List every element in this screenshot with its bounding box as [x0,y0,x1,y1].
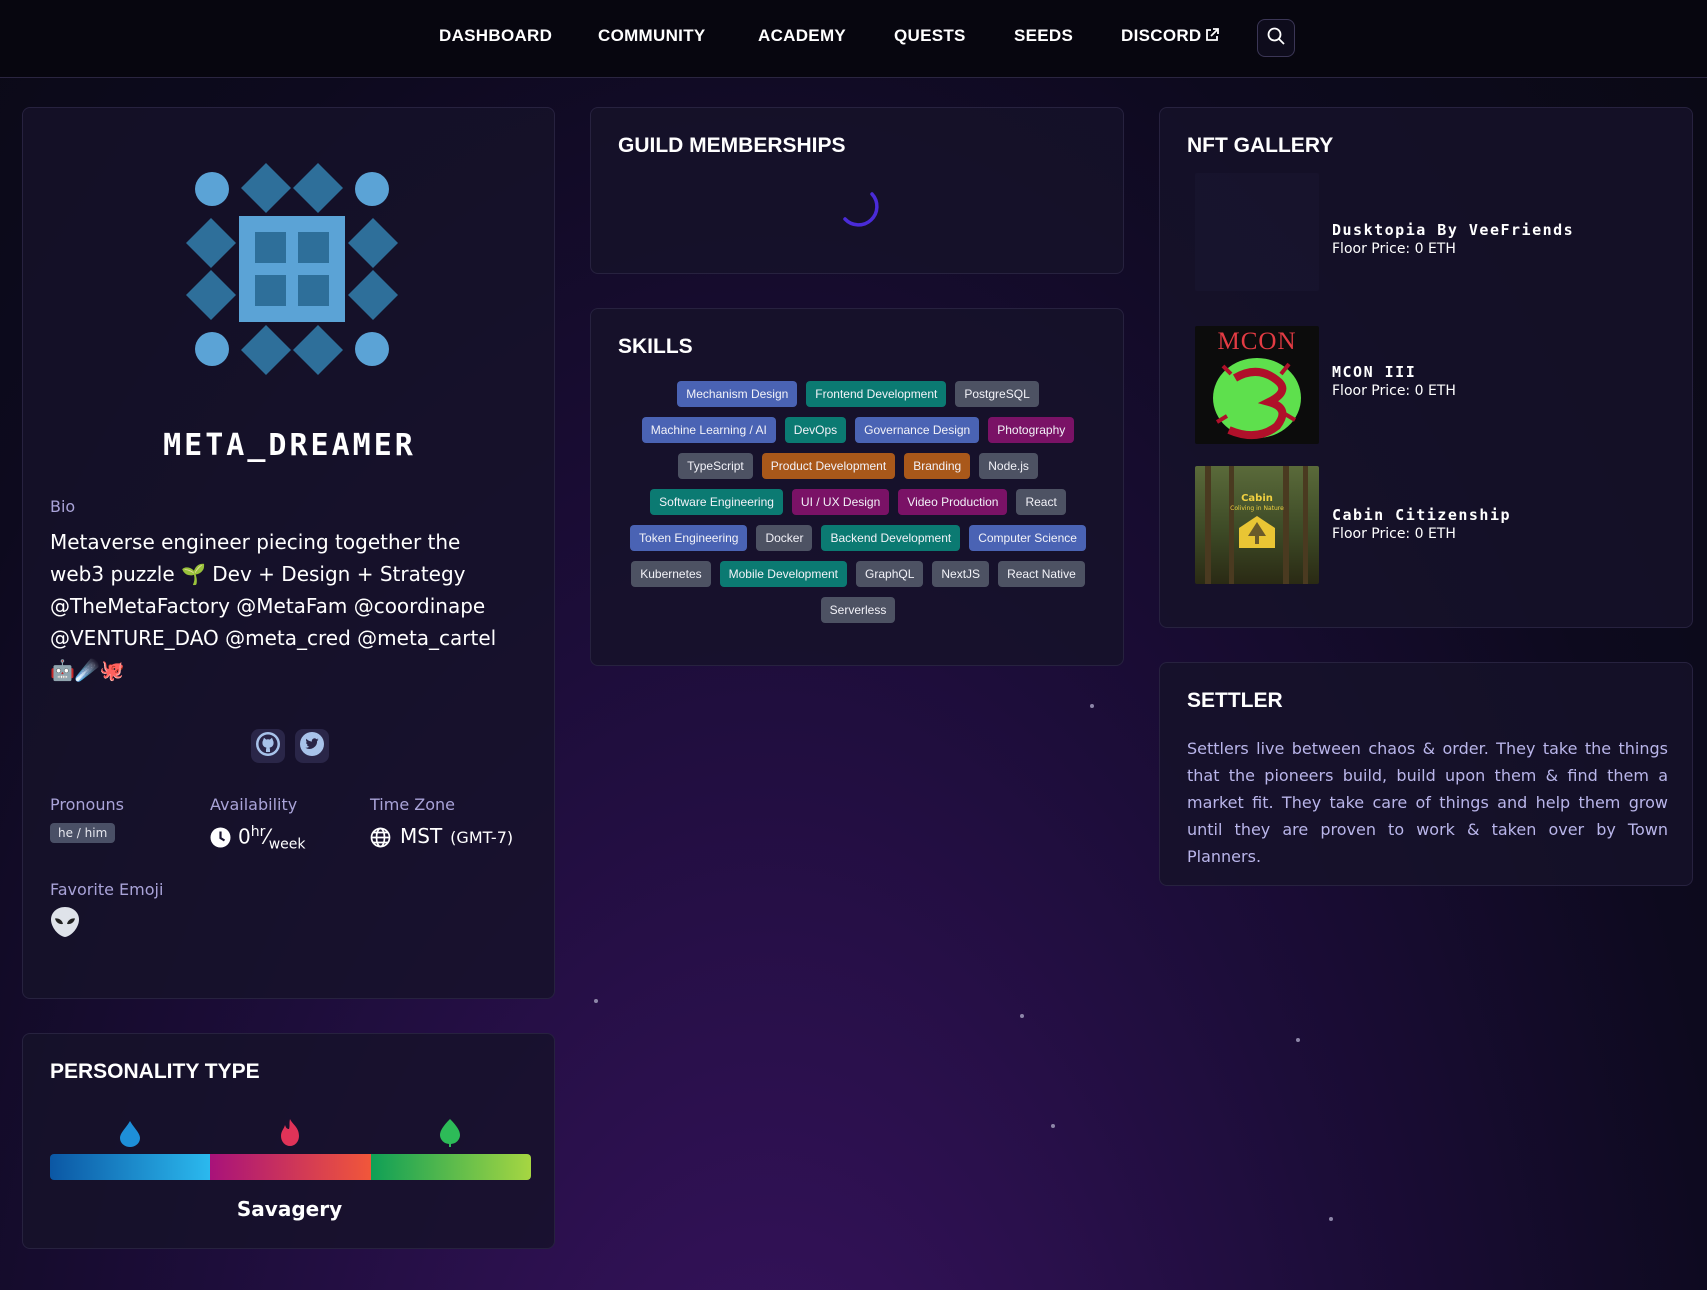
player-type-card: SETTLER Settlers live between chaos & or… [1159,662,1693,886]
nft-image-mcon: MCON [1195,326,1319,444]
loading-spinner-icon [836,183,882,233]
background-star [594,999,598,1003]
skill-tag: Node.js [979,453,1038,479]
github-link[interactable] [251,729,285,763]
background-star [1051,1124,1055,1128]
nft-floor-price: Floor Price: 0 ETH [1332,526,1456,542]
skills-card: SKILLS Mechanism Design Frontend Developm… [590,308,1124,666]
nft-image-placeholder [1195,173,1319,291]
personality-title: PERSONALITY TYPE [50,1060,260,1083]
skill-tag: GraphQL [856,561,924,587]
background-star [1329,1217,1333,1221]
skill-tag: PostgreSQL [955,381,1039,407]
twitter-link[interactable] [295,729,329,763]
favorite-emoji-label: Favorite Emoji [50,880,164,899]
skill-tag: Frontend Development [806,381,947,407]
skill-tag: Token Engineering [630,525,748,551]
leaf-icon [439,1118,461,1151]
nft-name: Dusktopia By VeeFriends [1332,221,1575,239]
skill-tag: React [1016,489,1066,515]
avatar [186,163,398,379]
twitter-icon [299,731,325,761]
bio-text: Metaverse engineer piecing together the … [50,530,497,682]
nav-seeds[interactable]: SEEDS [1014,26,1073,46]
github-icon [255,731,281,761]
search-icon [1266,26,1286,50]
player-type-title: SETTLER [1187,689,1283,712]
pronouns-badge: he / him [50,823,116,843]
skill-tag: Mobile Development [719,561,848,587]
skill-tag: React Native [998,561,1085,587]
username: META_DREAMER [163,428,416,463]
search-button[interactable] [1257,19,1295,57]
skill-tag: Governance Design [855,417,980,443]
water-drop-icon [119,1120,141,1151]
bio-label: Bio [50,497,76,516]
skill-tag: Serverless [820,597,896,623]
skill-tag: Product Development [761,453,896,479]
nav-dashboard[interactable]: DASHBOARD [439,26,552,46]
skill-tag: Branding [904,453,971,479]
nav-academy[interactable]: ACADEMY [758,26,846,46]
skill-tag: NextJS [932,561,990,587]
external-link-icon[interactable] [1204,27,1220,47]
skill-tag: Mechanism Design [677,381,798,407]
globe-icon [370,827,391,852]
background-star [1090,704,1094,708]
personality-type-name: Savagery [236,1197,343,1221]
fire-icon [279,1118,301,1151]
profile-card: META_DREAMER Bio Metaverse engineer piec… [22,107,555,999]
background-star [1020,1014,1024,1018]
pronouns-label: Pronouns [50,795,124,814]
nft-image-cabin: Cabin Coliving in Nature [1195,466,1319,584]
nav-quests[interactable]: QUESTS [894,26,966,46]
guild-memberships-card: GUILD MEMBERSHIPS [590,107,1124,274]
nav-community[interactable]: COMMUNITY [598,26,706,46]
nft-gallery-title: NFT GALLERY [1187,134,1334,157]
skill-tag: DevOps [784,417,847,443]
skill-tag: Software Engineering [650,489,783,515]
skills-title: SKILLS [618,335,693,358]
guild-memberships-title: GUILD MEMBERSHIPS [618,134,846,157]
skill-tag: Photography [988,417,1075,443]
availability-value: 0hr⁄week [238,824,306,853]
availability-label: Availability [210,795,298,814]
personality-gradient-bar [50,1154,531,1180]
top-navigation: DASHBOARD COMMUNITY ACADEMY QUESTS SEEDS… [0,0,1707,78]
alien-icon [50,906,80,942]
skill-tag: Computer Science [969,525,1086,551]
nft-name: Cabin Citizenship [1332,506,1512,524]
skills-list: Mechanism Design Frontend Development Post… [618,381,1098,623]
background-star [1296,1038,1300,1042]
skill-tag: Kubernetes [631,561,711,587]
skill-tag: Docker [756,525,813,551]
timezone-value: MST (GMT-7) [400,824,514,848]
skill-tag: Machine Learning / AI [641,417,776,443]
clock-icon [210,827,231,852]
skill-tag: UI / UX Design [791,489,890,515]
nav-discord[interactable]: DISCORD [1121,26,1202,46]
nft-name: MCON III [1332,363,1417,381]
personality-card: PERSONALITY TYPE Savagery [22,1033,555,1249]
nft-floor-price: Floor Price: 0 ETH [1332,383,1456,399]
skill-tag: Backend Development [821,525,961,551]
nft-gallery-card: NFT GALLERY Dusktopia By VeeFriends Floo… [1159,107,1693,628]
skill-tag: TypeScript [678,453,753,479]
skill-tag: Video Production [898,489,1008,515]
timezone-label: Time Zone [370,795,455,814]
player-type-description: Settlers live between chaos & order. The… [1187,739,1668,866]
nft-floor-price: Floor Price: 0 ETH [1332,241,1456,257]
